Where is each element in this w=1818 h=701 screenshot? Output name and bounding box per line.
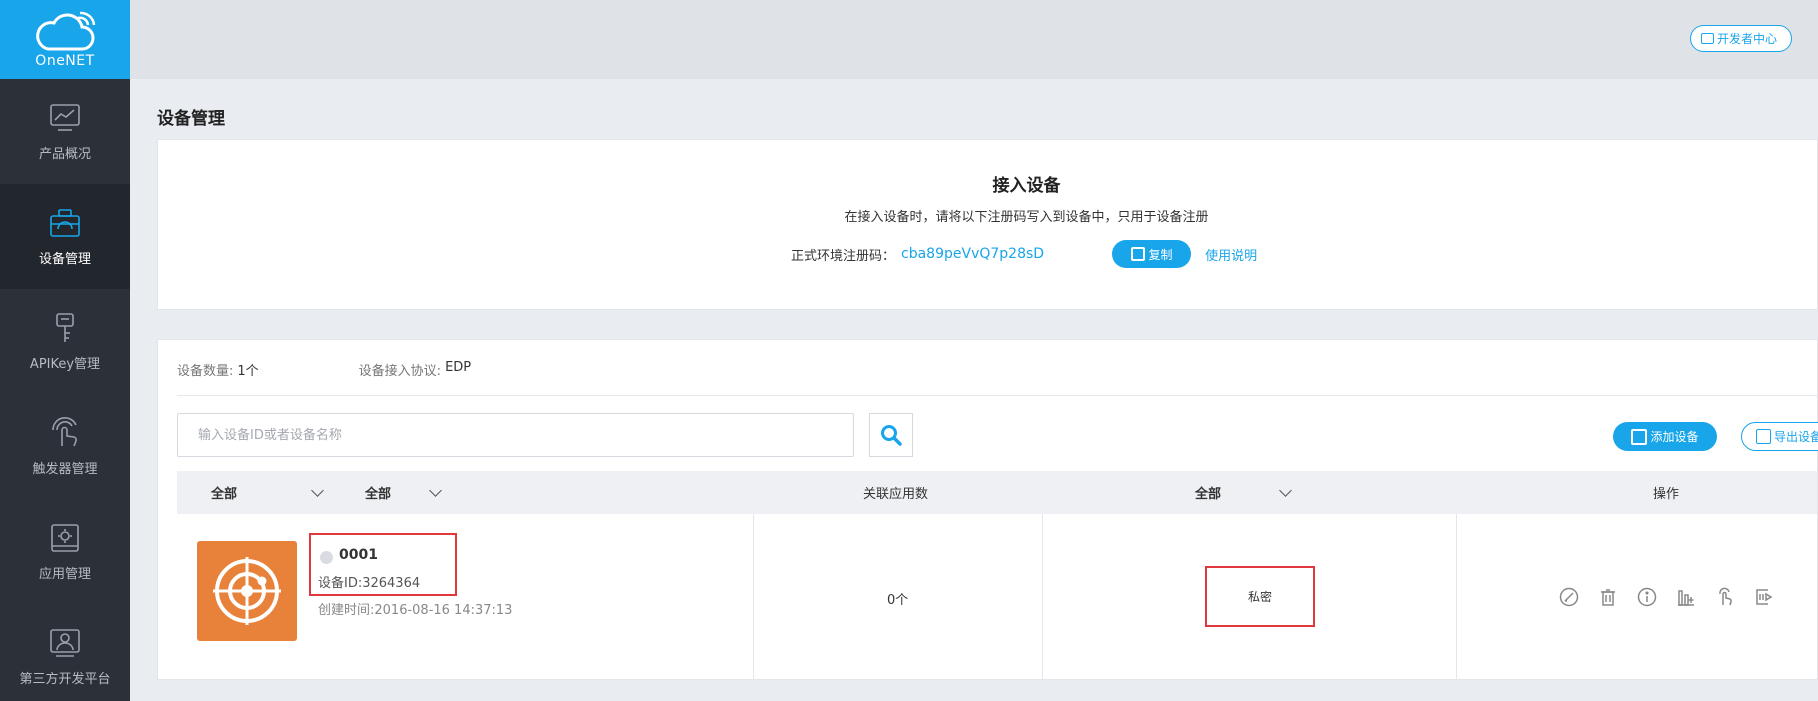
- user-frame-icon: [50, 629, 80, 657]
- app-count: 0个: [887, 593, 909, 608]
- access-device-card: 接入设备 在接入设备时，请将以下注册码写入到设备中，只用于设备注册 正式环境注册…: [157, 139, 1818, 310]
- delete-button[interactable]: [1598, 587, 1618, 607]
- add-device-label: 添加设备: [1650, 430, 1699, 444]
- sidebar: OneNET 产品概况 设备管理 APIKey管理 触发器管理 应用管理 第三方…: [0, 0, 130, 701]
- row-actions: [1559, 587, 1774, 607]
- sidebar-item-apikey[interactable]: APIKey管理: [0, 289, 130, 394]
- pointer-hand-icon: [1719, 587, 1732, 606]
- chevron-down-icon: [311, 483, 324, 497]
- copy-label: 复制: [1148, 247, 1173, 262]
- chart-screen-icon: [50, 104, 80, 131]
- privacy-value: 私密: [1247, 590, 1272, 604]
- chevron-down-icon: [429, 483, 442, 497]
- export-devices-button[interactable]: 导出设备: [1741, 422, 1818, 451]
- column-divider: [1456, 514, 1457, 680]
- toolbox-icon: [50, 209, 80, 237]
- filter-dropdown-2[interactable]: 全部: [365, 471, 442, 514]
- registration-code-label: 正式环境注册码：: [791, 248, 896, 264]
- column-divider: [753, 514, 754, 680]
- sidebar-item-label: APIKey管理: [29, 357, 101, 372]
- filter-1-label: 全部: [211, 487, 238, 502]
- data-stream-button[interactable]: [1676, 587, 1696, 607]
- status-dot: [320, 551, 333, 564]
- target-icon: [213, 557, 281, 625]
- export-icon: [1756, 429, 1771, 444]
- bar-chart-icon: [1678, 590, 1694, 606]
- filter-3-label: 全部: [1195, 487, 1222, 502]
- search-icon: [881, 425, 902, 446]
- key-icon: [56, 313, 74, 342]
- command-button[interactable]: [1715, 587, 1735, 607]
- sidebar-item-device-management[interactable]: 设备管理: [0, 184, 130, 289]
- copy-button[interactable]: 复制: [1112, 240, 1192, 268]
- divider: [177, 395, 1817, 396]
- sidebar-item-overview[interactable]: 产品概况: [0, 79, 130, 184]
- copy-icon: [1130, 247, 1145, 261]
- access-title: 接入设备: [992, 176, 1061, 196]
- grid-icon: [1700, 33, 1714, 44]
- sidebar-item-label: 设备管理: [38, 252, 91, 267]
- gear-box-icon: [51, 524, 79, 552]
- privacy-highlight: 私密: [1205, 566, 1315, 627]
- sidebar-item-label: 应用管理: [38, 567, 91, 582]
- filter-dropdown-1[interactable]: 全部: [211, 471, 324, 514]
- topbar: 开发者中心: [130, 0, 1818, 79]
- registration-code-row: 正式环境注册码： cba89peVvQ7p28sD 复制 使用说明: [791, 240, 1257, 268]
- search-button[interactable]: [869, 413, 913, 457]
- device-count-label: 设备数量:: [177, 364, 234, 379]
- usage-instructions-link[interactable]: 使用说明: [1205, 245, 1257, 264]
- sidebar-item-label: 触发器管理: [32, 462, 98, 477]
- touch-hand-icon: [52, 416, 77, 447]
- terminal-play-icon: [1756, 589, 1773, 605]
- device-list-card: 设备数量: 1个 设备接入协议: EDP 添加设备 导出设备 全部 全部 关联应…: [157, 339, 1818, 680]
- table-header: 全部 全部 关联应用数 全部 操作: [177, 471, 1817, 514]
- device-id: 设备ID:3264364: [318, 576, 421, 591]
- column-header-apps: 关联应用数: [863, 487, 929, 502]
- export-devices-label: 导出设备: [1774, 430, 1818, 444]
- filter-dropdown-3[interactable]: 全部: [1195, 471, 1292, 514]
- sidebar-item-triggers[interactable]: 触发器管理: [0, 394, 130, 499]
- device-count-value: 1个: [237, 364, 259, 379]
- device-created-time: 创建时间:2016-08-16 14:37:13: [318, 603, 513, 618]
- info-button[interactable]: [1637, 587, 1657, 607]
- sidebar-item-third-party[interactable]: 第三方开发平台: [0, 604, 130, 701]
- sidebar-item-apps[interactable]: 应用管理: [0, 499, 130, 604]
- device-search-input[interactable]: [177, 413, 854, 457]
- sidebar-item-label: 产品概况: [38, 147, 91, 162]
- page-title: 设备管理: [157, 109, 225, 129]
- protocol-value: EDP: [445, 360, 472, 375]
- sidebar-item-label: 第三方开发平台: [19, 672, 111, 687]
- column-header-ops: 操作: [1653, 487, 1680, 502]
- registration-code-value[interactable]: cba89peVvQ7p28sD: [901, 246, 1044, 262]
- add-device-button[interactable]: 添加设备: [1613, 422, 1717, 451]
- column-divider: [1042, 514, 1043, 680]
- info-icon: [1637, 587, 1657, 607]
- access-subtitle: 在接入设备时，请将以下注册码写入到设备中，只用于设备注册: [844, 210, 1209, 225]
- developer-center-button[interactable]: 开发者中心: [1689, 25, 1792, 52]
- device-stats: 设备数量: 1个 设备接入协议: EDP: [177, 360, 471, 379]
- filter-2-label: 全部: [365, 487, 392, 502]
- protocol-label: 设备接入协议:: [358, 364, 442, 379]
- chevron-down-icon: [1279, 483, 1292, 497]
- add-device-icon: [1631, 428, 1648, 445]
- edit-button[interactable]: [1559, 587, 1579, 607]
- edit-icon: [1559, 587, 1579, 607]
- trash-icon: [1601, 589, 1615, 606]
- debug-button[interactable]: [1754, 587, 1774, 607]
- developer-center-label: 开发者中心: [1716, 32, 1777, 46]
- device-name[interactable]: 0001: [339, 547, 378, 563]
- brand-logo[interactable]: OneNET: [0, 0, 130, 79]
- brand-name: OneNET: [35, 52, 95, 69]
- table-row[interactable]: 0001 设备ID:3264364 创建时间:2016-08-16 14:37:…: [177, 514, 1817, 680]
- cloud-icon: [36, 11, 96, 50]
- device-thumbnail[interactable]: [197, 541, 297, 641]
